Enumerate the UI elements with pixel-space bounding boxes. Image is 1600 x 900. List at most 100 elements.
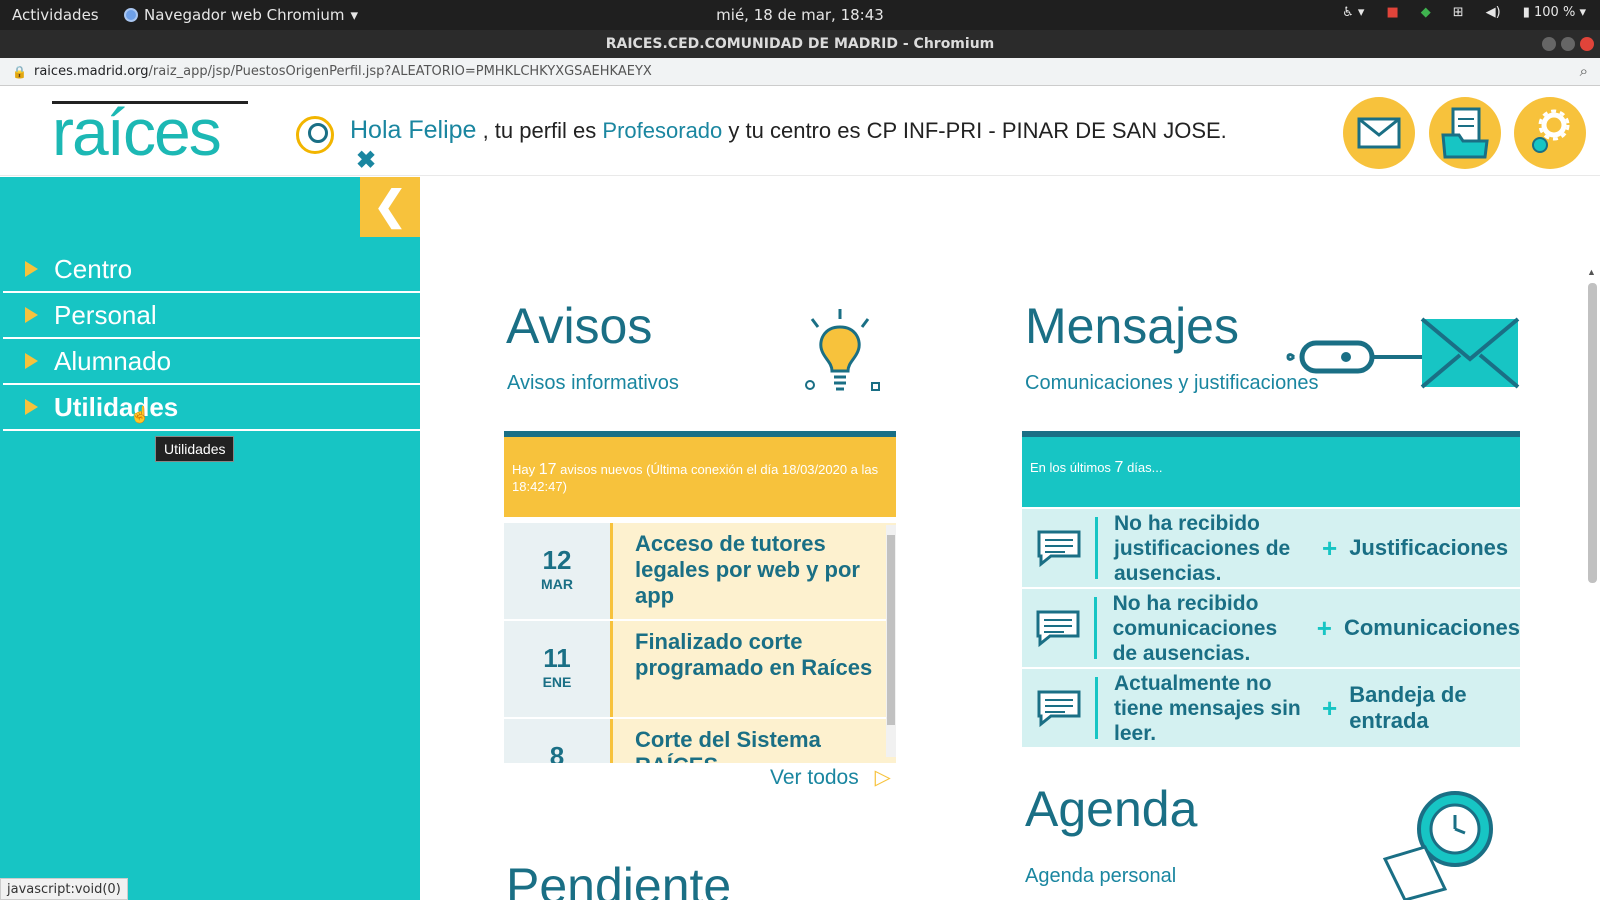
justificaciones-link[interactable]: Justificaciones <box>1349 535 1508 561</box>
list-item[interactable]: 12 MAR Acceso de tutores legales por web … <box>504 523 896 621</box>
mensajes-head-post: días... <box>1127 460 1163 475</box>
avisos-panel: Hay 17 avisos nuevos (Última conexión el… <box>504 431 896 763</box>
list-item: Actualmente no tiene mensajes sin leer. … <box>1022 667 1520 747</box>
chat-bubble-icon <box>1037 690 1080 728</box>
sidebar-item-label: Utilidades <box>54 391 179 422</box>
mensajes-header: En los últimos 7 días... <box>1022 437 1520 507</box>
window-title: RAICES.CED.COMUNIDAD DE MADRID - Chromiu… <box>605 36 995 52</box>
sidebar: ❮ Centro Personal Alumnado Utilidades ☝ … <box>0 177 420 900</box>
list-item[interactable]: 8 Corte del Sistema RAÍCES <box>504 719 896 763</box>
triangle-right-icon <box>25 261 38 277</box>
zoom-icon[interactable]: ⌕ <box>1580 62 1588 80</box>
close-icon[interactable]: ✖ <box>356 146 376 175</box>
chat-bubble-icon <box>1037 530 1080 568</box>
sidebar-item-alumnado[interactable]: Alumnado <box>3 339 420 385</box>
list-item: No ha recibido justificaciones de ausenc… <box>1022 507 1520 587</box>
plus-icon[interactable]: + <box>1322 693 1337 724</box>
sidebar-menu: Centro Personal Alumnado Utilidades <box>3 247 420 431</box>
aviso-month: MAR <box>541 576 573 592</box>
mail-button[interactable] <box>1343 97 1415 169</box>
user-avatar-icon <box>296 116 334 154</box>
gear-icon <box>1532 109 1570 153</box>
triangle-right-icon <box>25 399 38 415</box>
collapse-sidebar-button[interactable]: ❮ <box>360 177 420 237</box>
mensajes-subtitle: Comunicaciones y justificaciones <box>1025 372 1319 394</box>
avisos-head-pre: Hay <box>512 462 536 477</box>
volume-icon[interactable]: ◀) <box>1486 5 1501 20</box>
scrollbar-thumb[interactable] <box>887 535 895 725</box>
tooltip: Utilidades <box>155 436 235 462</box>
scrollbar-thumb[interactable] <box>1588 283 1597 583</box>
avisos-subtitle: Avisos informativos <box>507 372 679 394</box>
message-text: Actualmente no tiene mensajes sin leer. <box>1114 671 1301 745</box>
mensajes-panel: En los últimos 7 días... No ha recibido … <box>1022 431 1520 747</box>
camera-icon[interactable]: ■ <box>1386 5 1398 20</box>
plus-icon[interactable]: + <box>1317 613 1332 644</box>
sidebar-item-label: Personal <box>54 299 157 330</box>
lock-icon[interactable]: 🔒 <box>12 65 27 79</box>
greeting-mid: , tu perfil es <box>482 118 597 143</box>
page-scrollbar[interactable]: ▲ <box>1584 267 1600 900</box>
greeting-end: y tu centro es CP INF-PRI - PINAR DE SAN… <box>728 118 1227 143</box>
address-bar[interactable]: 🔒 raices.madrid.org/raiz_app/jsp/Puestos… <box>0 58 1600 86</box>
avisos-header: Hay 17 avisos nuevos (Última conexión el… <box>504 437 896 517</box>
url-path: /raiz_app/jsp/PuestosOrigenPerfil.jsp?AL… <box>148 64 652 79</box>
aviso-text[interactable]: Corte del Sistema RAÍCES <box>610 719 896 763</box>
greeting-hello: Hola Felipe <box>350 116 477 144</box>
aviso-date: 11 ENE <box>504 621 610 717</box>
comunicaciones-link[interactable]: Comunicaciones <box>1344 615 1520 641</box>
close-window-icon[interactable] <box>1580 37 1594 51</box>
maximize-icon[interactable] <box>1561 37 1575 51</box>
mensajes-count: 7 <box>1114 459 1124 476</box>
hand-cursor-icon: ☝ <box>130 407 150 424</box>
sidebar-item-personal[interactable]: Personal <box>3 293 420 339</box>
clock-calendar-icon <box>1382 791 1493 900</box>
status-bar: javascript:void(0) <box>0 878 128 900</box>
main-content: Avisos Avisos informativos Hay 17 avisos… <box>420 177 1600 900</box>
see-all-label: Ver todos <box>770 766 859 789</box>
os-top-bar: Actividades Navegador web Chromium ▾ mié… <box>0 0 1600 30</box>
battery-indicator[interactable]: ▮ 100 % ▾ <box>1523 5 1586 20</box>
settings-button[interactable] <box>1514 97 1586 169</box>
sidebar-item-utilidades[interactable]: Utilidades <box>3 385 420 431</box>
triangle-right-icon <box>25 353 38 369</box>
scroll-up-icon[interactable]: ▲ <box>1587 267 1596 277</box>
list-item: No ha recibido comunicaciones de ausenci… <box>1022 587 1520 667</box>
see-all-link[interactable]: Ver todos ▷ <box>770 765 891 790</box>
message-text: No ha recibido justificaciones de ausenc… <box>1114 511 1291 585</box>
profile-link[interactable]: Profesorado <box>602 118 722 143</box>
raices-logo[interactable]: raíces <box>52 99 222 165</box>
window-title-bar: RAICES.CED.COMUNIDAD DE MADRID - Chromiu… <box>0 30 1600 58</box>
mensajes-head-pre: En los últimos <box>1030 460 1111 475</box>
avisos-title: Avisos <box>506 298 653 354</box>
plus-icon[interactable]: + <box>1322 533 1337 564</box>
battery-icon: ▮ <box>1522 5 1530 20</box>
aviso-text[interactable]: Acceso de tutores legales por web y por … <box>610 523 896 619</box>
list-item[interactable]: 11 ENE Finalizado corte programado en Raí… <box>504 621 896 719</box>
avisos-head-post: avisos nuevos (Última conexión el día 18… <box>512 462 879 494</box>
system-tray[interactable]: ♿ ▾ ■ ◆ ⊞ ◀) ▮ 100 % ▾ <box>1342 5 1586 20</box>
sidebar-item-centro[interactable]: Centro <box>3 247 420 293</box>
avisos-scrollbar[interactable] <box>886 525 896 757</box>
sidebar-item-label: Alumnado <box>54 345 172 376</box>
aviso-date: 8 <box>504 719 610 763</box>
message-text: No ha recibido comunicaciones de ausenci… <box>1112 591 1278 665</box>
greeting: Hola Felipe , tu perfil es Profesorado y… <box>350 116 1227 145</box>
aviso-text[interactable]: Finalizado corte programado en Raíces <box>610 621 896 717</box>
mensajes-title: Mensajes <box>1025 298 1239 354</box>
bandeja-entrada-link[interactable]: Bandeja de entrada <box>1349 682 1499 734</box>
accessibility-icon[interactable]: ♿ ▾ <box>1342 5 1364 20</box>
aviso-day: 8 <box>549 741 565 763</box>
network-icon[interactable]: ⊞ <box>1453 5 1464 20</box>
aviso-day: 12 <box>542 545 572 575</box>
avisos-list[interactable]: 12 MAR Acceso de tutores legales por web … <box>504 523 896 763</box>
shield-icon[interactable]: ◆ <box>1421 5 1431 20</box>
battery-label: 100 % <box>1534 5 1576 20</box>
minimize-icon[interactable] <box>1542 37 1556 51</box>
agenda-subtitle: Agenda personal <box>1025 865 1177 887</box>
page-header: raíces Hola Felipe , tu perfil es Profes… <box>0 86 1600 176</box>
documents-button[interactable] <box>1429 97 1501 169</box>
play-arrow-icon: ▷ <box>874 766 891 789</box>
aviso-date: 12 MAR <box>504 523 610 619</box>
url-text[interactable]: raices.madrid.org/raiz_app/jsp/PuestosOr… <box>34 64 652 79</box>
